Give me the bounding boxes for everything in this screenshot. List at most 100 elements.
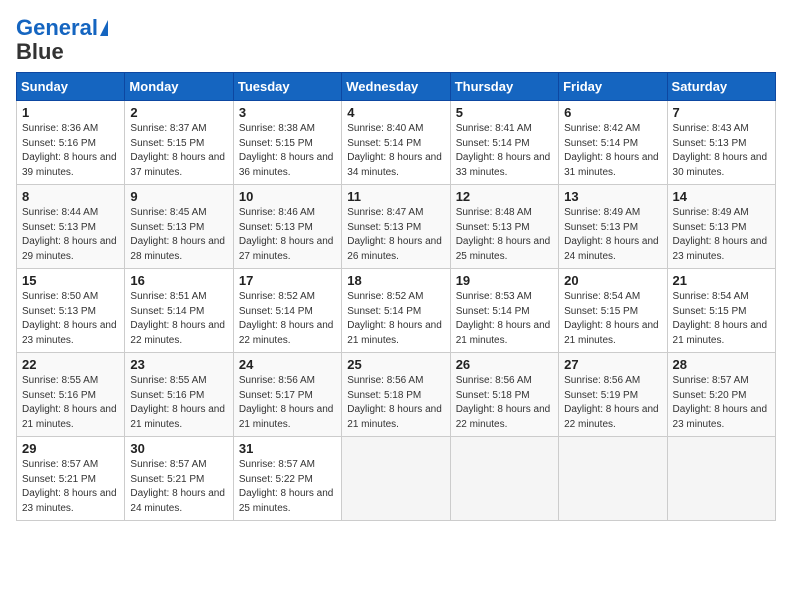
day-info: Sunrise: 8:49 AMSunset: 5:13 PMDaylight:… bbox=[564, 206, 661, 264]
header: General Blue bbox=[16, 16, 776, 64]
calendar-cell: 13 Sunrise: 8:49 AMSunset: 5:13 PMDayligh… bbox=[559, 185, 667, 269]
calendar-cell: 28Sunrise: 8:57 AMSunset: 5:20 PMDayligh… bbox=[667, 353, 775, 437]
day-number: 1 bbox=[22, 105, 119, 120]
day-info: Sunrise: 8:52 AMSunset: 5:14 PMDaylight:… bbox=[347, 290, 444, 348]
week-row-3: 15 Sunrise: 8:50 AMSunset: 5:13 PMDayligh… bbox=[17, 269, 776, 353]
calendar-cell: 17 Sunrise: 8:52 AMSunset: 5:14 PMDayligh… bbox=[233, 269, 341, 353]
day-number: 16 bbox=[130, 273, 227, 288]
day-info: Sunrise: 8:43 AMSunset: 5:13 PMDaylight:… bbox=[673, 122, 770, 180]
calendar-table: SundayMondayTuesdayWednesdayThursdayFrid… bbox=[16, 72, 776, 521]
day-info: Sunrise: 8:44 AMSunset: 5:13 PMDaylight:… bbox=[22, 206, 119, 264]
calendar-cell: 30 Sunrise: 8:57 AMSunset: 5:21 PMDayligh… bbox=[125, 437, 233, 521]
day-number: 13 bbox=[564, 189, 661, 204]
calendar-cell: 12 Sunrise: 8:48 AMSunset: 5:13 PMDayligh… bbox=[450, 185, 558, 269]
day-number: 30 bbox=[130, 441, 227, 456]
day-number: 15 bbox=[22, 273, 119, 288]
day-info: Sunrise: 8:57 AMSunset: 5:20 PMDaylight:… bbox=[673, 374, 770, 432]
calendar-cell: 24 Sunrise: 8:56 AMSunset: 5:17 PMDayligh… bbox=[233, 353, 341, 437]
day-info: Sunrise: 8:52 AMSunset: 5:14 PMDaylight:… bbox=[239, 290, 336, 348]
day-number: 3 bbox=[239, 105, 336, 120]
day-info: Sunrise: 8:50 AMSunset: 5:13 PMDaylight:… bbox=[22, 290, 119, 348]
calendar-cell: 22 Sunrise: 8:55 AMSunset: 5:16 PMDayligh… bbox=[17, 353, 125, 437]
day-number: 29 bbox=[22, 441, 119, 456]
day-number: 8 bbox=[22, 189, 119, 204]
logo: General Blue bbox=[16, 16, 108, 64]
day-number: 24 bbox=[239, 357, 336, 372]
day-info: Sunrise: 8:41 AMSunset: 5:14 PMDaylight:… bbox=[456, 122, 553, 180]
calendar-cell: 14Sunrise: 8:49 AMSunset: 5:13 PMDayligh… bbox=[667, 185, 775, 269]
calendar-cell: 16Sunrise: 8:51 AMSunset: 5:14 PMDayligh… bbox=[125, 269, 233, 353]
day-info: Sunrise: 8:56 AMSunset: 5:17 PMDaylight:… bbox=[239, 374, 336, 432]
day-number: 10 bbox=[239, 189, 336, 204]
calendar-cell bbox=[559, 437, 667, 521]
day-number: 6 bbox=[564, 105, 661, 120]
calendar-cell: 27Sunrise: 8:56 AMSunset: 5:19 PMDayligh… bbox=[559, 353, 667, 437]
col-header-friday: Friday bbox=[559, 73, 667, 101]
day-info: Sunrise: 8:48 AMSunset: 5:13 PMDaylight:… bbox=[456, 206, 553, 264]
calendar-cell bbox=[450, 437, 558, 521]
day-number: 26 bbox=[456, 357, 553, 372]
day-info: Sunrise: 8:38 AMSunset: 5:15 PMDaylight:… bbox=[239, 122, 336, 180]
calendar-cell: 2Sunrise: 8:37 AMSunset: 5:15 PMDaylight… bbox=[125, 101, 233, 185]
day-number: 4 bbox=[347, 105, 444, 120]
week-row-2: 8 Sunrise: 8:44 AMSunset: 5:13 PMDaylight… bbox=[17, 185, 776, 269]
calendar-cell: 9Sunrise: 8:45 AMSunset: 5:13 PMDaylight… bbox=[125, 185, 233, 269]
day-info: Sunrise: 8:56 AMSunset: 5:18 PMDaylight:… bbox=[347, 374, 444, 432]
calendar-cell: 26 Sunrise: 8:56 AMSunset: 5:18 PMDayligh… bbox=[450, 353, 558, 437]
week-row-5: 29 Sunrise: 8:57 AMSunset: 5:21 PMDayligh… bbox=[17, 437, 776, 521]
day-number: 27 bbox=[564, 357, 661, 372]
col-header-thursday: Thursday bbox=[450, 73, 558, 101]
calendar-cell: 10 Sunrise: 8:46 AMSunset: 5:13 PMDayligh… bbox=[233, 185, 341, 269]
day-number: 2 bbox=[130, 105, 227, 120]
day-number: 11 bbox=[347, 189, 444, 204]
calendar-cell: 31Sunrise: 8:57 AMSunset: 5:22 PMDayligh… bbox=[233, 437, 341, 521]
calendar-cell: 23 Sunrise: 8:55 AMSunset: 5:16 PMDayligh… bbox=[125, 353, 233, 437]
day-info: Sunrise: 8:40 AMSunset: 5:14 PMDaylight:… bbox=[347, 122, 444, 180]
day-number: 23 bbox=[130, 357, 227, 372]
col-header-wednesday: Wednesday bbox=[342, 73, 450, 101]
col-header-saturday: Saturday bbox=[667, 73, 775, 101]
calendar-cell: 3 Sunrise: 8:38 AMSunset: 5:15 PMDaylight… bbox=[233, 101, 341, 185]
day-info: Sunrise: 8:57 AMSunset: 5:21 PMDaylight:… bbox=[22, 458, 119, 516]
day-number: 25 bbox=[347, 357, 444, 372]
calendar-cell: 15 Sunrise: 8:50 AMSunset: 5:13 PMDayligh… bbox=[17, 269, 125, 353]
logo-arrow-icon bbox=[100, 20, 108, 36]
calendar-cell: 25 Sunrise: 8:56 AMSunset: 5:18 PMDayligh… bbox=[342, 353, 450, 437]
week-row-1: 1 Sunrise: 8:36 AMSunset: 5:16 PMDaylight… bbox=[17, 101, 776, 185]
calendar-cell bbox=[667, 437, 775, 521]
calendar-cell: 20Sunrise: 8:54 AMSunset: 5:15 PMDayligh… bbox=[559, 269, 667, 353]
day-info: Sunrise: 8:55 AMSunset: 5:16 PMDaylight:… bbox=[22, 374, 119, 432]
day-number: 12 bbox=[456, 189, 553, 204]
calendar-cell: 8 Sunrise: 8:44 AMSunset: 5:13 PMDaylight… bbox=[17, 185, 125, 269]
day-info: Sunrise: 8:54 AMSunset: 5:15 PMDaylight:… bbox=[673, 290, 770, 348]
col-header-tuesday: Tuesday bbox=[233, 73, 341, 101]
calendar-cell: 1 Sunrise: 8:36 AMSunset: 5:16 PMDaylight… bbox=[17, 101, 125, 185]
day-number: 19 bbox=[456, 273, 553, 288]
day-number: 22 bbox=[22, 357, 119, 372]
calendar-cell: 4 Sunrise: 8:40 AMSunset: 5:14 PMDaylight… bbox=[342, 101, 450, 185]
col-header-sunday: Sunday bbox=[17, 73, 125, 101]
calendar-cell: 7 Sunrise: 8:43 AMSunset: 5:13 PMDaylight… bbox=[667, 101, 775, 185]
day-number: 17 bbox=[239, 273, 336, 288]
day-info: Sunrise: 8:55 AMSunset: 5:16 PMDaylight:… bbox=[130, 374, 227, 432]
calendar-cell bbox=[342, 437, 450, 521]
col-header-monday: Monday bbox=[125, 73, 233, 101]
calendar-cell: 21Sunrise: 8:54 AMSunset: 5:15 PMDayligh… bbox=[667, 269, 775, 353]
calendar-cell: 19 Sunrise: 8:53 AMSunset: 5:14 PMDayligh… bbox=[450, 269, 558, 353]
day-number: 18 bbox=[347, 273, 444, 288]
day-number: 20 bbox=[564, 273, 661, 288]
calendar-cell: 29 Sunrise: 8:57 AMSunset: 5:21 PMDayligh… bbox=[17, 437, 125, 521]
day-number: 7 bbox=[673, 105, 770, 120]
day-info: Sunrise: 8:36 AMSunset: 5:16 PMDaylight:… bbox=[22, 122, 119, 180]
day-info: Sunrise: 8:42 AMSunset: 5:14 PMDaylight:… bbox=[564, 122, 661, 180]
day-info: Sunrise: 8:47 AMSunset: 5:13 PMDaylight:… bbox=[347, 206, 444, 264]
logo-subtext: Blue bbox=[16, 40, 64, 64]
day-info: Sunrise: 8:57 AMSunset: 5:21 PMDaylight:… bbox=[130, 458, 227, 516]
day-info: Sunrise: 8:53 AMSunset: 5:14 PMDaylight:… bbox=[456, 290, 553, 348]
day-info: Sunrise: 8:46 AMSunset: 5:13 PMDaylight:… bbox=[239, 206, 336, 264]
day-info: Sunrise: 8:56 AMSunset: 5:18 PMDaylight:… bbox=[456, 374, 553, 432]
week-row-4: 22 Sunrise: 8:55 AMSunset: 5:16 PMDayligh… bbox=[17, 353, 776, 437]
calendar-cell: 6 Sunrise: 8:42 AMSunset: 5:14 PMDaylight… bbox=[559, 101, 667, 185]
day-number: 5 bbox=[456, 105, 553, 120]
calendar-cell: 5 Sunrise: 8:41 AMSunset: 5:14 PMDaylight… bbox=[450, 101, 558, 185]
